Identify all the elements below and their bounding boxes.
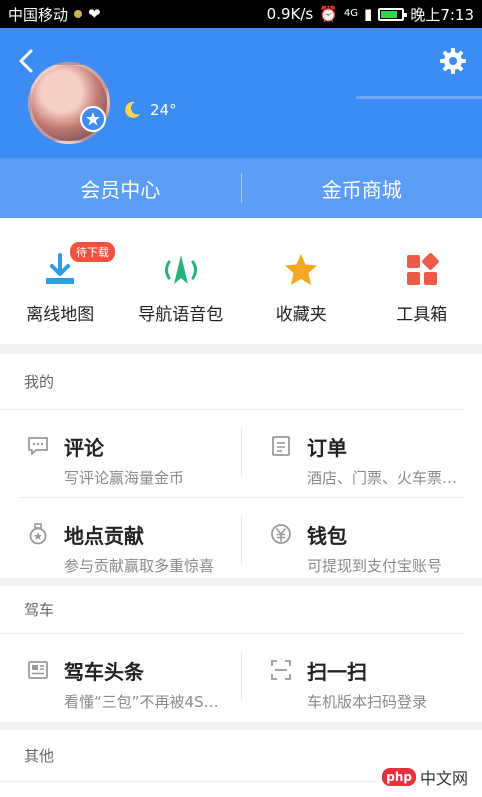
entry-subtitle: 车机版本扫码登录	[307, 693, 428, 711]
back-icon[interactable]	[12, 46, 42, 76]
toolbox-icon	[402, 250, 442, 290]
comment-icon	[24, 432, 52, 460]
signal-type: 4G	[343, 8, 359, 19]
weather: 24°	[122, 100, 177, 120]
pending-download-badge: 待下载	[70, 242, 115, 262]
star-icon	[281, 250, 321, 290]
section-title: 我的	[0, 354, 464, 410]
news-icon	[24, 656, 52, 684]
watermark-php: php	[382, 768, 416, 786]
profile-header: 24°	[0, 28, 482, 158]
status-bar: 中国移动 ❤ 0.9K/s ⏰ 4G ▮ 晚上7:13	[0, 0, 482, 28]
medal-icon	[24, 520, 52, 548]
clock: 晚上7:13	[410, 5, 474, 24]
entry-subtitle: 酒店、门票、火车票…	[307, 469, 458, 487]
driving-news-entry[interactable]: 驾车头条 看懂“三包”不再被4S…	[18, 634, 241, 722]
quick-tools: 待下载 离线地图 导航语音包 收藏夹 工具箱	[0, 218, 482, 344]
entry-title: 驾车头条	[64, 660, 144, 684]
place-contribution-entry[interactable]: 地点贡献 参与贡献赢取多重惊喜	[18, 498, 241, 586]
battery-icon	[378, 7, 408, 21]
scan-entry[interactable]: 扫一扫 车机版本扫码登录	[241, 634, 464, 722]
scan-icon	[267, 656, 295, 684]
entry-title: 订单	[307, 436, 347, 460]
avatar[interactable]	[28, 62, 110, 144]
my-section: 我的 评论 写评论赢海量金币 订单 酒店、门票、火车票… 地点贡献 参与贡献赢取…	[0, 354, 482, 578]
list-row: 评论 写评论赢海量金币 订单 酒店、门票、火车票…	[18, 410, 464, 498]
section-title: 驾车	[0, 586, 464, 634]
entry-subtitle: 可提现到支付宝账号	[307, 557, 443, 575]
comment-entry[interactable]: 评论 写评论赢海量金币	[18, 410, 241, 497]
entry-title: 钱包	[307, 524, 347, 548]
entry-title: 评论	[64, 436, 104, 460]
voice-pack-button[interactable]: 导航语音包	[121, 218, 242, 344]
signal-icon: ▮	[364, 5, 373, 23]
watermark-cn: 中文网	[419, 769, 468, 788]
entry-title: 扫一扫	[307, 660, 367, 684]
list-row: 地点贡献 参与贡献赢取多重惊喜 钱包 可提现到支付宝账号	[18, 498, 464, 586]
member-center-button[interactable]: 会员中心	[0, 174, 241, 203]
tool-label: 离线地图	[26, 305, 95, 325]
offline-map-button[interactable]: 待下载 离线地图	[0, 218, 121, 344]
carrier-label: 中国移动	[8, 5, 69, 24]
moon-icon	[125, 101, 140, 118]
wallet-icon	[267, 520, 295, 548]
temperature: 24°	[150, 101, 177, 119]
alarm-icon: ⏰	[319, 5, 338, 23]
watermark-logo: php 中文网	[376, 763, 474, 791]
toolbox-button[interactable]: 工具箱	[362, 218, 482, 344]
settings-gear-icon[interactable]	[438, 46, 468, 76]
coin-mall-button[interactable]: 金币商城	[242, 174, 482, 203]
order-icon	[267, 432, 295, 460]
list-row: 驾车头条 看懂“三包”不再被4S… 扫一扫 车机版本扫码登录	[18, 634, 464, 722]
notification-dot-icon	[74, 10, 83, 18]
favorites-button[interactable]: 收藏夹	[241, 218, 362, 344]
entry-subtitle: 看懂“三包”不再被4S…	[64, 693, 219, 711]
network-speed: 0.9K/s	[266, 5, 314, 23]
tool-label: 工具箱	[396, 305, 448, 325]
entry-subtitle: 写评论赢海量金币	[64, 469, 185, 487]
tool-label: 导航语音包	[138, 305, 224, 325]
verified-badge-icon	[80, 106, 106, 132]
tool-label: 收藏夹	[275, 305, 327, 325]
drive-section: 驾车 驾车头条 看懂“三包”不再被4S… 扫一扫 车机版本扫码登录	[0, 586, 482, 722]
wallet-entry[interactable]: 钱包 可提现到支付宝账号	[241, 498, 464, 586]
navigation-voice-icon	[161, 250, 201, 290]
entry-subtitle: 参与贡献赢取多重惊喜	[64, 557, 215, 575]
entry-title: 地点贡献	[64, 524, 144, 548]
divider	[356, 96, 482, 99]
heart-icon: ❤	[88, 5, 101, 23]
member-bar: 会员中心 金币商城	[0, 158, 482, 218]
order-entry[interactable]: 订单 酒店、门票、火车票…	[241, 410, 464, 497]
